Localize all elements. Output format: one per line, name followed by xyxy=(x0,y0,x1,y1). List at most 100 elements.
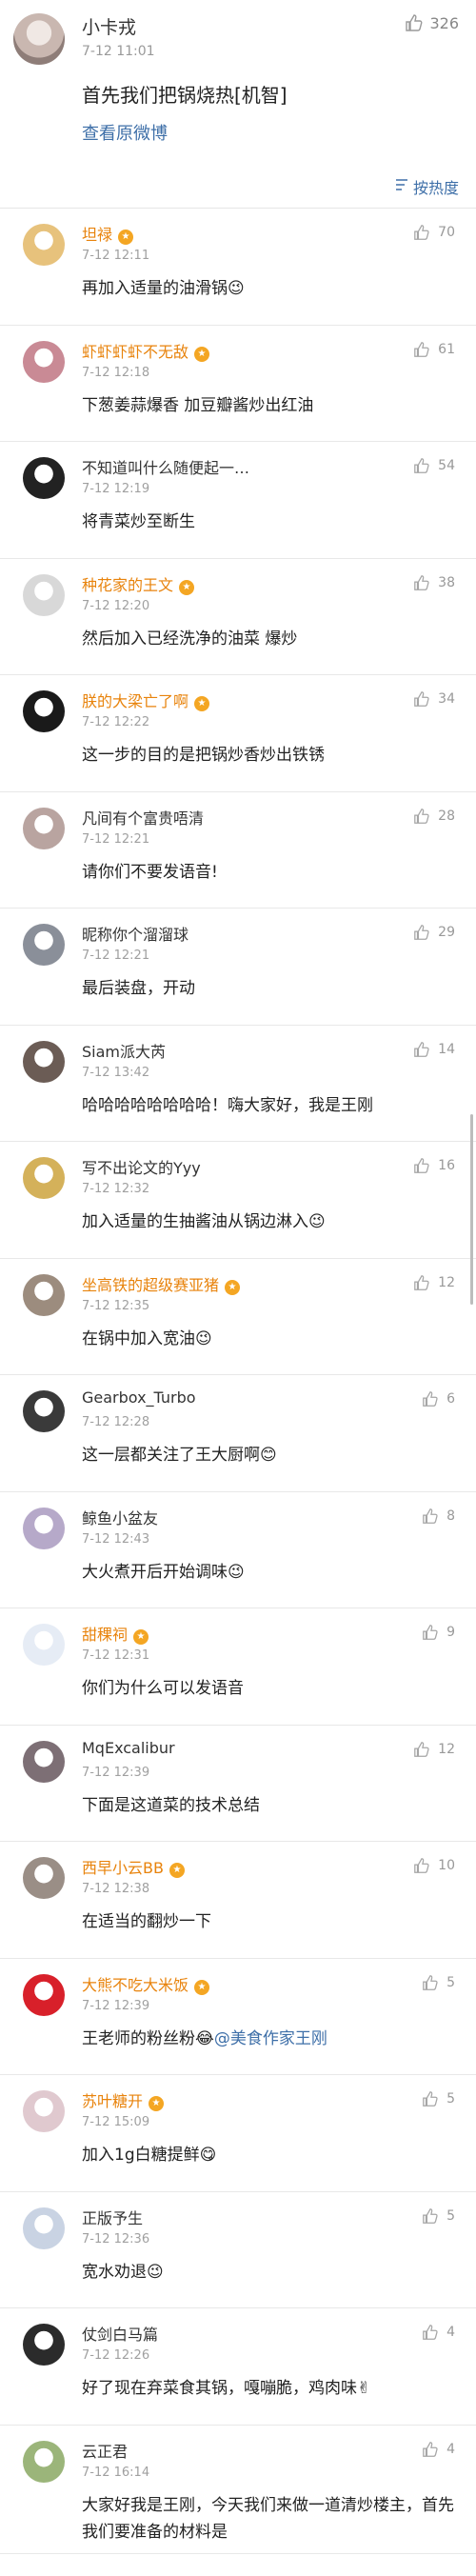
comment-like-button[interactable]: 38 xyxy=(413,574,455,591)
commenter-name-text: 云正君 xyxy=(82,2442,129,2461)
post-author-avatar[interactable] xyxy=(13,13,65,65)
commenter-avatar[interactable] xyxy=(23,2440,65,2483)
commenter-name[interactable]: 坐高铁的超级赛亚猪 ★ xyxy=(82,1272,241,1295)
post-like-button[interactable]: 326 xyxy=(405,13,459,32)
comment-like-button[interactable]: 8 xyxy=(422,1508,455,1525)
comment-item[interactable]: 正版予生 7-12 12:36 宽水劝退😉 5 xyxy=(0,2191,476,2308)
commenter-avatar[interactable] xyxy=(23,2090,65,2132)
comment-item[interactable]: 仗剑白马篇 7-12 12:26 好了现在弃菜食其锅，嘎嘣脆，鸡肉味✌ 4 xyxy=(0,2308,476,2426)
comment-like-button[interactable]: 12 xyxy=(413,1741,455,1758)
commenter-avatar[interactable] xyxy=(23,807,65,849)
comment-like-count: 8 xyxy=(446,1508,455,1524)
comment-item[interactable]: Gearbox_Turbo 7-12 12:28 这一层都关注了王大厨啊😊 6 xyxy=(0,1375,476,1492)
commenter-name[interactable]: 凡间有个富贵唔清 xyxy=(82,806,204,829)
commenter-avatar[interactable] xyxy=(23,340,65,383)
commenter-avatar[interactable] xyxy=(23,1390,65,1432)
comment-item[interactable]: 坦禄 ★ 7-12 12:11 再加入适量的油滑锅😉 70 xyxy=(0,209,476,326)
commenter-name[interactable]: 鲸鱼小盆友 xyxy=(82,1506,158,1528)
commenter-avatar[interactable] xyxy=(23,1624,65,1666)
comment-item[interactable]: 西早小云BB ★ 7-12 12:38 在适当的翻炒一下 10 xyxy=(0,1842,476,1959)
comment-item[interactable]: 大熊不吃大米饭 ★ 7-12 12:39 王老师的粉丝粉😂@美食作家王刚 5 xyxy=(0,1958,476,2075)
commenter-avatar[interactable] xyxy=(23,457,65,499)
comment-item[interactable]: MqExcalibur 7-12 12:39 下面是这道菜的技术总结 12 xyxy=(0,1725,476,1842)
comment-like-button[interactable]: 34 xyxy=(413,690,455,708)
comment-item[interactable]: 甜稞祠 ★ 7-12 12:31 你们为什么可以发语音 9 xyxy=(0,1608,476,1726)
commenter-name[interactable]: MqExcalibur xyxy=(82,1739,175,1757)
commenter-name[interactable]: 朕的大梁亡了啊 ★ xyxy=(82,689,210,711)
commenter-name[interactable]: Siam派大芮 xyxy=(82,1039,166,1062)
comment-like-button[interactable]: 12 xyxy=(413,1274,455,1291)
commenter-name[interactable]: 苏叶糖开 ★ xyxy=(82,2088,165,2111)
commenter-avatar[interactable] xyxy=(23,690,65,732)
commenter-name-text: 西早小云BB xyxy=(82,1859,164,1877)
commenter-name[interactable]: 写不出论文的Yyy xyxy=(82,1155,201,1178)
commenter-name[interactable]: 正版予生 xyxy=(82,2206,143,2228)
comment-like-button[interactable]: 10 xyxy=(413,1857,455,1874)
comment-time: 7-12 12:21 xyxy=(82,949,150,963)
commenter-name[interactable]: 虾虾虾虾不无敌 ★ xyxy=(82,339,210,362)
comment-item[interactable]: 虾虾虾虾不无敌 ★ 7-12 12:18 下葱姜蒜爆香 加豆瓣酱炒出红油 61 xyxy=(0,325,476,442)
comment-item[interactable]: 朕的大梁亡了啊 ★ 7-12 12:22 这一步的目的是把锅炒香炒出铁锈 34 xyxy=(0,675,476,792)
commenter-name-text: 不知道叫什么随便起一… xyxy=(82,459,250,477)
commenter-avatar[interactable] xyxy=(23,2324,65,2366)
sort-by-heat-button[interactable]: 按热度 xyxy=(394,175,459,198)
comment-item[interactable]: 种花家的王文 ★ 7-12 12:20 然后加入已经洗净的油菜 爆炒 38 xyxy=(0,558,476,675)
comment-like-button[interactable]: 4 xyxy=(422,2324,455,2341)
commenter-name-text: Siam派大芮 xyxy=(82,1042,166,1061)
comment-like-button[interactable]: 54 xyxy=(413,457,455,474)
comment-like-button[interactable]: 6 xyxy=(422,1390,455,1408)
view-original-link[interactable]: 查看原微博 xyxy=(82,120,168,145)
commenter-name[interactable]: 西早小云BB ★ xyxy=(82,1855,185,1878)
comment-item[interactable]: Siam派大芮 7-12 13:42 哈哈哈哈哈哈哈哈！嗨大家好，我是王刚 14 xyxy=(0,1025,476,1142)
comment-item[interactable]: 不知道叫什么随便起一… 7-12 12:19 将青菜炒至断生 54 xyxy=(0,442,476,559)
commenter-avatar[interactable] xyxy=(23,1740,65,1783)
commenter-name[interactable]: 云正君 xyxy=(82,2439,128,2462)
comment-item[interactable]: 写不出论文的Yyy 7-12 12:32 加入适量的生抽酱油从锅边淋入😉 16 xyxy=(0,1142,476,1259)
sort-icon xyxy=(394,177,409,196)
comment-item[interactable]: 昵称你个溜溜球 7-12 12:21 最后装盘，开动 29 xyxy=(0,909,476,1026)
comment-item[interactable]: 鲸鱼小盆友 7-12 12:43 大火煮开后开始调味😉 8 xyxy=(0,1491,476,1608)
comment-item[interactable]: 云正君 7-12 16:14 大家好我是王刚，今天我们来做一道清炒楼主，首先我们要准… xyxy=(0,2425,476,2554)
comment-like-button[interactable]: 29 xyxy=(413,924,455,941)
comment-like-count: 5 xyxy=(446,2091,455,2107)
comment-text: 这一步的目的是把锅炒香炒出铁锈 xyxy=(82,742,455,769)
commenter-avatar[interactable] xyxy=(23,924,65,966)
scrollbar[interactable] xyxy=(470,1114,473,1305)
comment-item[interactable]: 凡间有个富贵唔清 7-12 12:21 请你们不要发语音! 28 xyxy=(0,791,476,909)
comment-like-count: 6 xyxy=(446,1391,455,1407)
commenter-avatar[interactable] xyxy=(23,1507,65,1549)
comment-item[interactable]: 苏叶糖开 ★ 7-12 15:09 加入1g白糖提鲜😋 5 xyxy=(0,2075,476,2192)
commenter-avatar[interactable] xyxy=(23,2207,65,2249)
commenter-name[interactable]: Gearbox_Turbo xyxy=(82,1388,196,1407)
commenter-avatar[interactable] xyxy=(23,1157,65,1199)
commenter-name[interactable]: 种花家的王文 ★ xyxy=(82,572,195,595)
comment-like-button[interactable]: 5 xyxy=(422,1974,455,1991)
comment-like-button[interactable]: 70 xyxy=(413,224,455,241)
comment-like-button[interactable]: 61 xyxy=(413,341,455,358)
commenter-avatar[interactable] xyxy=(23,1973,65,2016)
commenter-name[interactable]: 昵称你个溜溜球 xyxy=(82,922,188,945)
comment-like-button[interactable]: 5 xyxy=(422,2207,455,2225)
comment-like-button[interactable]: 9 xyxy=(422,1624,455,1641)
commenter-name[interactable]: 不知道叫什么随便起一… xyxy=(82,455,249,478)
post-author-name[interactable]: 小卡戎 xyxy=(82,13,136,39)
commenter-name[interactable]: 仗剑白马篇 xyxy=(82,2322,158,2345)
commenter-avatar[interactable] xyxy=(23,573,65,616)
comment-item[interactable]: 坐高铁的超级赛亚猪 ★ 7-12 12:35 在锅中加入宽油😉 12 xyxy=(0,1258,476,1375)
comment-text-body: 好了现在弃菜食其锅，嘎嘣脆，鸡肉味✌ xyxy=(82,2379,371,2398)
commenter-avatar[interactable] xyxy=(23,224,65,266)
commenter-name[interactable]: 坦禄 ★ xyxy=(82,222,134,245)
commenter-avatar[interactable] xyxy=(23,1857,65,1899)
comment-like-button[interactable]: 4 xyxy=(422,2441,455,2458)
post-like-count: 326 xyxy=(429,13,459,32)
commenter-avatar[interactable] xyxy=(23,1040,65,1083)
comment-like-button[interactable]: 16 xyxy=(413,1157,455,1174)
comment-like-button[interactable]: 5 xyxy=(422,2090,455,2107)
commenter-name[interactable]: 大熊不吃大米饭 ★ xyxy=(82,1972,210,1995)
comment-like-count: 10 xyxy=(438,1858,455,1873)
mention-link[interactable]: @美食作家王刚 xyxy=(214,2029,327,2048)
commenter-avatar[interactable] xyxy=(23,1273,65,1316)
comment-like-button[interactable]: 28 xyxy=(413,808,455,825)
commenter-name[interactable]: 甜稞祠 ★ xyxy=(82,1622,149,1645)
comment-like-button[interactable]: 14 xyxy=(413,1041,455,1058)
